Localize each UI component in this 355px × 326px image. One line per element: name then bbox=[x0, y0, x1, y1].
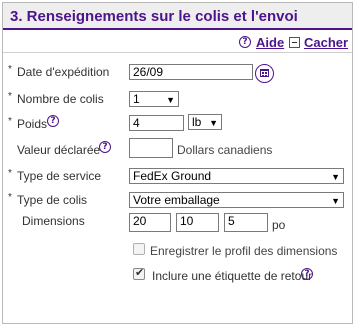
declared-value-help-icon[interactable]: ? bbox=[99, 141, 111, 153]
checkmark-icon: ✔ bbox=[135, 267, 145, 279]
chevron-down-icon: ▼ bbox=[331, 172, 340, 182]
package-type-select[interactable]: Votre emballage ▼ bbox=[129, 192, 344, 208]
dim-length-input[interactable]: 20 bbox=[129, 213, 171, 232]
help-row: ? Aide Cacher bbox=[3, 33, 352, 51]
cacher-link[interactable]: Cacher bbox=[304, 35, 348, 50]
save-dimensions-checkbox[interactable] bbox=[133, 243, 145, 255]
chevron-down-icon: ▼ bbox=[166, 95, 175, 105]
save-dimensions-label: Enregistrer le profil des dimensions bbox=[150, 244, 338, 258]
aide-link[interactable]: Aide bbox=[256, 35, 284, 50]
service-type-label: Type de service bbox=[17, 169, 102, 183]
required-mark: * bbox=[8, 116, 12, 127]
shipment-panel: 3. Renseignements sur le colis et l'envo… bbox=[2, 2, 353, 324]
calendar-icon[interactable] bbox=[255, 64, 274, 83]
divider bbox=[3, 52, 352, 53]
dim-unit-label: po bbox=[272, 218, 286, 232]
weight-unit-select[interactable]: lb ▼ bbox=[188, 114, 222, 130]
ship-date-label: Date d'expédition bbox=[17, 65, 110, 79]
required-mark: * bbox=[8, 168, 12, 179]
calendar-grid-icon bbox=[260, 69, 269, 77]
num-packages-label: Nombre de colis bbox=[17, 92, 104, 106]
dimensions-label: Dimensions bbox=[22, 214, 85, 228]
return-label-help-icon[interactable]: ? bbox=[301, 268, 313, 280]
dim-width-input[interactable]: 10 bbox=[176, 213, 219, 232]
required-mark: * bbox=[8, 192, 12, 203]
service-type-select[interactable]: FedEx Ground ▼ bbox=[129, 168, 344, 184]
weight-help-icon[interactable]: ? bbox=[47, 115, 59, 127]
num-packages-value: 1 bbox=[133, 92, 140, 106]
dim-height-input[interactable]: 5 bbox=[224, 213, 268, 232]
section-header: 3. Renseignements sur le colis et l'envo… bbox=[3, 3, 352, 30]
chevron-down-icon: ▼ bbox=[331, 196, 340, 206]
collapse-minus-icon[interactable] bbox=[289, 37, 300, 48]
service-type-value: FedEx Ground bbox=[133, 169, 212, 183]
ship-date-input[interactable]: 26/09 bbox=[129, 64, 253, 80]
weight-unit-value: lb bbox=[192, 115, 202, 129]
declared-value-label: Valeur déclarée bbox=[17, 143, 101, 157]
return-label-label: Inclure une étiquette de retour bbox=[152, 269, 313, 283]
chevron-down-icon: ▼ bbox=[209, 118, 218, 128]
weight-input[interactable]: 4 bbox=[129, 115, 184, 131]
package-type-label: Type de colis bbox=[17, 193, 88, 207]
help-question-icon[interactable]: ? bbox=[239, 36, 251, 48]
num-packages-select[interactable]: 1 ▼ bbox=[129, 91, 179, 107]
return-label-checkbox[interactable]: ✔ bbox=[133, 267, 145, 280]
section-title: 3. Renseignements sur le colis et l'envo… bbox=[10, 8, 298, 25]
currency-label: Dollars canadiens bbox=[177, 143, 273, 157]
required-mark: * bbox=[8, 91, 12, 102]
weight-label: Poids bbox=[17, 117, 48, 131]
package-type-value: Votre emballage bbox=[133, 193, 220, 207]
required-mark: * bbox=[8, 64, 12, 75]
declared-value-input[interactable] bbox=[129, 138, 173, 158]
